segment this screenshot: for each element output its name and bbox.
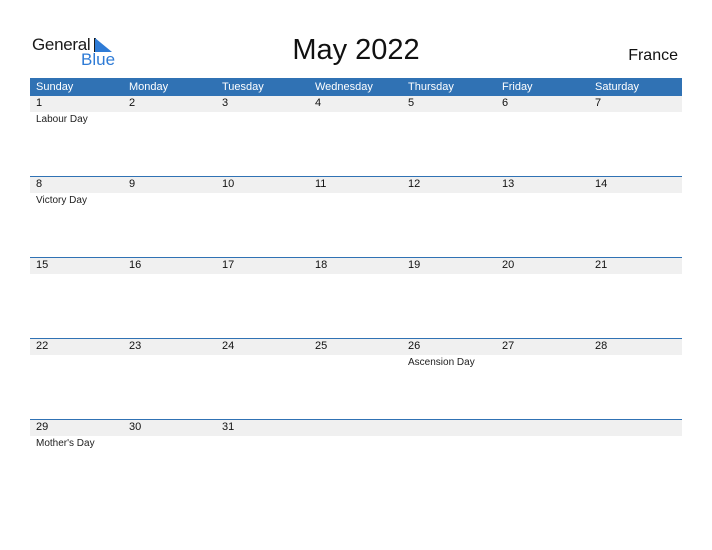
day-cell: 26 Ascension Day xyxy=(402,338,496,420)
day-number: 2 xyxy=(129,97,136,109)
day-number: 3 xyxy=(222,97,229,109)
day-cell: 16 xyxy=(123,257,216,339)
day-number: 17 xyxy=(222,259,235,271)
day-cell: 21 xyxy=(589,257,682,339)
day-number: 1 xyxy=(36,97,43,109)
holiday-label: Victory Day xyxy=(36,195,87,206)
day-cell xyxy=(309,419,402,501)
day-number: 8 xyxy=(36,178,43,190)
weekday-header: Sunday Monday Tuesday Wednesday Thursday… xyxy=(30,78,682,96)
weekday-wednesday: Wednesday xyxy=(315,81,373,93)
day-cell: 10 xyxy=(216,176,309,258)
day-cell: 27 xyxy=(496,338,589,420)
day-number: 12 xyxy=(408,178,421,190)
day-number: 5 xyxy=(408,97,415,109)
day-number: 6 xyxy=(502,97,509,109)
day-number: 15 xyxy=(36,259,49,271)
day-cell: 14 xyxy=(589,176,682,258)
day-number: 18 xyxy=(315,259,328,271)
day-number: 4 xyxy=(315,97,322,109)
weekday-monday: Monday xyxy=(129,81,169,93)
day-cell xyxy=(589,419,682,501)
day-number: 10 xyxy=(222,178,235,190)
day-cell xyxy=(402,419,496,501)
day-number: 9 xyxy=(129,178,136,190)
week-row: 22 23 24 25 26 Ascension Day 27 28 xyxy=(30,338,682,420)
day-cell: 4 xyxy=(309,95,402,177)
day-number: 11 xyxy=(315,178,327,190)
day-cell: 11 xyxy=(309,176,402,258)
day-number: 30 xyxy=(129,421,142,433)
day-cell: 31 xyxy=(216,419,309,501)
day-cell: 15 xyxy=(30,257,123,339)
day-number: 13 xyxy=(502,178,515,190)
day-number: 16 xyxy=(129,259,142,271)
day-number: 14 xyxy=(595,178,608,190)
day-cell: 5 xyxy=(402,95,496,177)
day-cell xyxy=(496,419,589,501)
day-cell: 6 xyxy=(496,95,589,177)
day-cell: 8 Victory Day xyxy=(30,176,123,258)
day-cell: 29 Mother's Day xyxy=(30,419,123,501)
day-number: 24 xyxy=(222,340,235,352)
day-cell: 25 xyxy=(309,338,402,420)
day-number: 28 xyxy=(595,340,608,352)
holiday-label: Labour Day xyxy=(36,114,88,125)
weekday-thursday: Thursday xyxy=(408,81,454,93)
day-cell: 30 xyxy=(123,419,216,501)
day-cell: 13 xyxy=(496,176,589,258)
day-cell: 18 xyxy=(309,257,402,339)
weekday-sunday: Sunday xyxy=(36,81,74,93)
weekday-friday: Friday xyxy=(502,81,533,93)
week-row: 8 Victory Day 9 10 11 12 13 14 xyxy=(30,176,682,258)
week-row: 29 Mother's Day 30 31 xyxy=(30,419,682,501)
day-number: 22 xyxy=(36,340,49,352)
day-number: 25 xyxy=(315,340,328,352)
day-cell: 23 xyxy=(123,338,216,420)
day-cell: 9 xyxy=(123,176,216,258)
week-row: 15 16 17 18 19 20 21 xyxy=(30,257,682,339)
holiday-label: Mother's Day xyxy=(36,438,95,449)
day-cell: 1 Labour Day xyxy=(30,95,123,177)
day-cell: 24 xyxy=(216,338,309,420)
day-cell: 28 xyxy=(589,338,682,420)
calendar-title: May 2022 xyxy=(292,34,420,66)
day-number: 29 xyxy=(36,421,49,433)
day-cell: 3 xyxy=(216,95,309,177)
day-number: 20 xyxy=(502,259,515,271)
holiday-label: Ascension Day xyxy=(408,357,475,368)
day-cell: 20 xyxy=(496,257,589,339)
country-label: France xyxy=(628,47,678,64)
day-cell: 12 xyxy=(402,176,496,258)
day-cell: 7 xyxy=(589,95,682,177)
day-number: 21 xyxy=(595,259,608,271)
day-cell: 2 xyxy=(123,95,216,177)
weekday-tuesday: Tuesday xyxy=(222,81,264,93)
weekday-saturday: Saturday xyxy=(595,81,640,93)
day-number: 31 xyxy=(222,421,235,433)
day-number: 19 xyxy=(408,259,421,271)
day-number: 7 xyxy=(595,97,602,109)
day-cell: 22 xyxy=(30,338,123,420)
day-number: 23 xyxy=(129,340,142,352)
day-number: 27 xyxy=(502,340,515,352)
day-cell: 19 xyxy=(402,257,496,339)
day-number: 26 xyxy=(408,340,421,352)
day-cell: 17 xyxy=(216,257,309,339)
week-row: 1 Labour Day 2 3 4 5 6 7 xyxy=(30,96,682,178)
